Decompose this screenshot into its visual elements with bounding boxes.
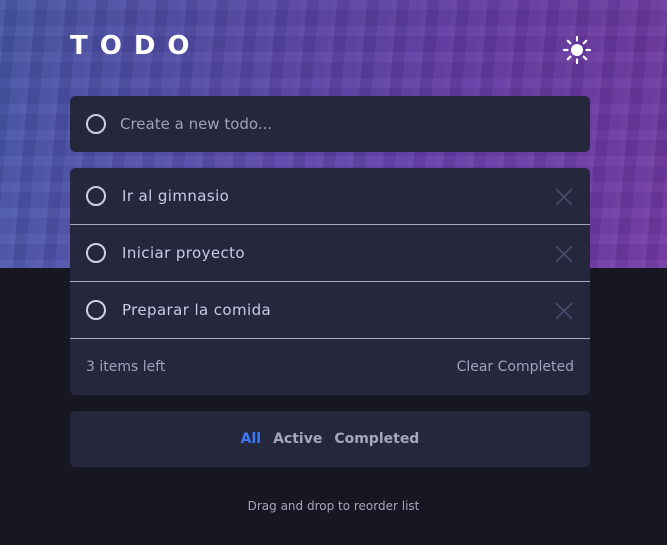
filter-active[interactable]: Active [273, 431, 322, 447]
list-footer: 3 items left Clear Completed [70, 339, 590, 395]
close-icon[interactable] [554, 187, 574, 207]
todo-item[interactable]: Ir al gimnasio [70, 168, 590, 225]
filter-bar: All Active Completed [70, 411, 590, 467]
clear-completed-button[interactable]: Clear Completed [457, 339, 574, 395]
todo-item[interactable]: Preparar la comida [70, 282, 590, 339]
todo-checkbox[interactable] [86, 243, 106, 263]
todo-text: Preparar la comida [122, 301, 272, 319]
todo-list: Ir al gimnasio Iniciar proyecto Preparar… [70, 168, 590, 395]
close-icon[interactable] [554, 301, 574, 321]
close-icon[interactable] [554, 244, 574, 264]
new-todo-card [70, 96, 590, 152]
sun-icon [562, 35, 592, 65]
theme-toggle-button[interactable] [562, 35, 592, 65]
todo-checkbox[interactable] [86, 186, 106, 206]
new-todo-checkbox[interactable] [86, 114, 106, 134]
todo-checkbox[interactable] [86, 300, 106, 320]
todo-item[interactable]: Iniciar proyecto [70, 225, 590, 282]
items-left-count: 3 items left [86, 359, 166, 375]
new-todo-input[interactable] [120, 96, 570, 152]
app-title: TODO [70, 31, 202, 61]
todo-text: Iniciar proyecto [122, 244, 245, 262]
filter-all[interactable]: All [241, 431, 261, 447]
todo-text: Ir al gimnasio [122, 187, 230, 205]
filter-completed[interactable]: Completed [334, 431, 419, 447]
reorder-hint: Drag and drop to reorder list [247, 499, 420, 513]
